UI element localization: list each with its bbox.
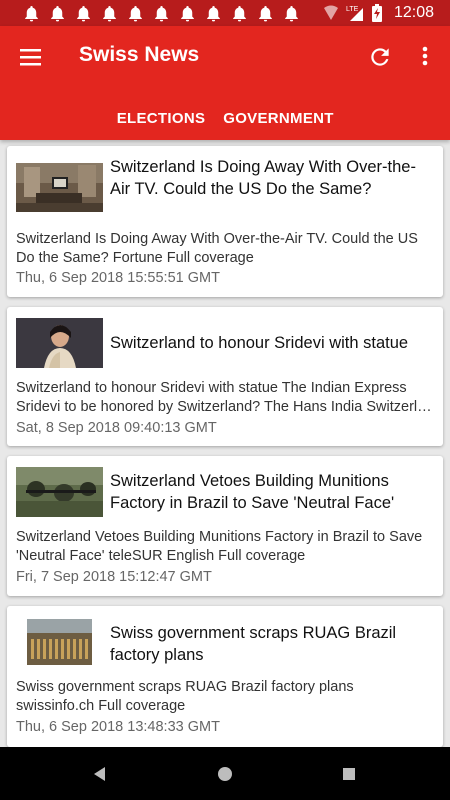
article-headline[interactable]: Swiss government scraps RUAG Brazil fact… [110, 622, 431, 666]
article-card[interactable]: Switzerland Vetoes Building Munitions Fa… [7, 456, 443, 596]
bell-icon [233, 5, 246, 21]
bell-icon [285, 5, 298, 21]
article-thumbnail [27, 619, 92, 665]
notification-icons [22, 4, 301, 23]
bell-icon [181, 5, 194, 21]
navigation-bar [0, 747, 450, 800]
article-description: Swiss government scraps RUAG Brazil fact… [16, 679, 354, 714]
status-bar: LTE 12:08 [0, 0, 450, 26]
article-description: Switzerland Is Doing Away With Over-the-… [16, 231, 418, 266]
app-title: Swiss News [79, 43, 200, 66]
article-thumbnail [16, 467, 103, 517]
status-clock: 12:08 [393, 4, 434, 21]
battery-charging-icon [371, 4, 382, 22]
back-triangle-icon [94, 767, 105, 781]
article-thumbnail [16, 163, 103, 212]
article-headline[interactable]: Switzerland to honour Sridevi with statu… [110, 332, 431, 354]
recents-square-icon [343, 768, 355, 780]
bell-icon [103, 5, 116, 21]
bell-icon [155, 5, 168, 21]
article-description: Switzerland Vetoes Building Munitions Fa… [16, 529, 423, 564]
article-date: Thu, 6 Sep 2018 15:55:51 GMT [16, 270, 220, 286]
nav-recents-button[interactable] [338, 763, 360, 785]
article-date: Thu, 6 Sep 2018 13:48:33 GMT [16, 719, 220, 735]
more-vert-icon [422, 46, 428, 66]
nav-back-button[interactable] [89, 763, 111, 785]
bell-icon [25, 5, 38, 21]
bell-icon [207, 5, 220, 21]
article-description-line2: Sridevi to be honored by Switzerland? Th… [16, 399, 434, 415]
article-headline[interactable]: Switzerland Is Doing Away With Over-the-… [110, 156, 431, 200]
article-thumbnail [16, 318, 103, 368]
refresh-button[interactable] [367, 44, 393, 70]
article-card[interactable]: Switzerland Is Doing Away With Over-the-… [7, 146, 443, 297]
menu-button[interactable] [18, 46, 44, 68]
bell-icon [129, 5, 142, 21]
wifi-signal-icon [323, 5, 338, 20]
bell-icon [77, 5, 90, 21]
bell-icon [259, 5, 272, 21]
cell-signal-icon: LTE [346, 6, 363, 21]
tab-elections[interactable]: ELECTIONS [103, 96, 219, 140]
tab-bar: ELECTIONS GOVERNMENT [0, 96, 450, 209]
article-headline[interactable]: Switzerland Vetoes Building Munitions Fa… [110, 470, 431, 514]
article-date: Sat, 8 Sep 2018 09:40:13 GMT [16, 420, 217, 436]
article-description-line1: Switzerland to honour Sridevi with statu… [16, 380, 407, 396]
svg-text:LTE: LTE [346, 6, 359, 13]
news-feed[interactable]: Switzerland Is Doing Away With Over-the-… [0, 140, 450, 747]
nav-home-button[interactable] [214, 763, 236, 785]
article-card[interactable]: Swiss government scraps RUAG Brazil fact… [7, 606, 443, 747]
status-right: LTE 12:08 [323, 4, 434, 22]
app-bar: Swiss News ELECTIONS GOVERNMENT [0, 26, 450, 209]
article-card[interactable]: Switzerland to honour Sridevi with statu… [7, 307, 443, 446]
tab-government[interactable]: GOVERNMENT [214, 96, 343, 140]
refresh-icon [371, 48, 389, 66]
article-date: Fri, 7 Sep 2018 15:12:47 GMT [16, 569, 212, 585]
hamburger-menu-icon [20, 49, 41, 66]
bell-icon [51, 5, 64, 21]
home-circle-icon [218, 767, 232, 781]
overflow-menu-button[interactable] [415, 44, 435, 70]
